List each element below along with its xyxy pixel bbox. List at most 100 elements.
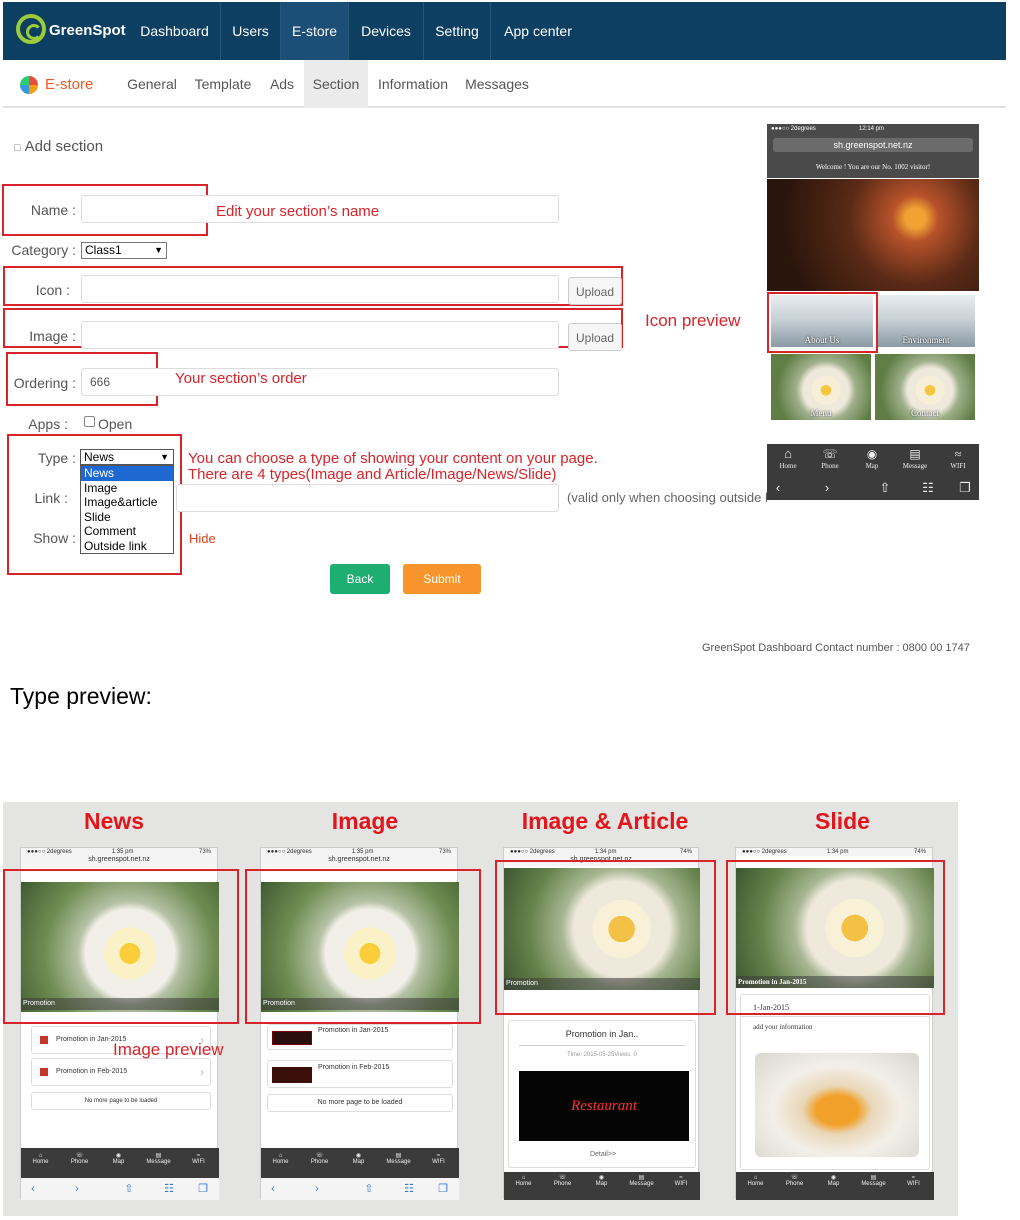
tab-section[interactable]: Section — [304, 60, 368, 108]
image-input[interactable] — [81, 321, 559, 349]
chevron-down-icon: ▼ — [160, 452, 169, 462]
share-icon[interactable]: ⇧ — [865, 480, 905, 496]
map-icon[interactable]: ◉ Map — [99, 1152, 138, 1165]
forward-arrow-icon[interactable]: › — [285, 1178, 349, 1200]
column-title-news: News — [83, 808, 145, 834]
category-select[interactable]: Class1 ▼ — [81, 242, 167, 259]
icon-input[interactable] — [81, 275, 559, 303]
nav-estore[interactable]: E-store — [281, 2, 349, 60]
nav-app-center[interactable]: App center — [491, 2, 585, 60]
tab-messages[interactable]: Messages — [460, 60, 534, 108]
phone-welcome: Welcome ! You are our No. 1002 visitor! — [767, 156, 979, 178]
image-list-item[interactable]: Promotion in Jan-2015 — [267, 1024, 453, 1050]
nav-setting[interactable]: Setting — [424, 2, 491, 60]
nav-dashboard[interactable]: Dashboard — [129, 2, 221, 60]
bookmarks-icon[interactable]: ☷ — [905, 480, 951, 496]
tab-general[interactable]: General — [120, 60, 184, 108]
image-upload-button[interactable]: Upload — [568, 323, 622, 351]
tab-ads[interactable]: Ads — [262, 60, 302, 108]
bookmarks-icon[interactable]: ☷ — [389, 1178, 429, 1200]
back-button[interactable]: Back — [330, 564, 390, 594]
map-icon[interactable]: ◉ Map — [582, 1174, 621, 1187]
type-label: Type : — [37, 450, 76, 466]
nav-users[interactable]: Users — [221, 2, 281, 60]
column-title-image-article: Image & Article — [521, 808, 689, 834]
type-option-image-article[interactable]: Image&article — [81, 495, 173, 510]
share-icon[interactable]: ⇧ — [349, 1178, 389, 1200]
back-arrow-icon[interactable]: ‹ — [767, 480, 789, 495]
slide-highlight-box — [726, 860, 945, 1015]
type-option-slide[interactable]: Slide — [81, 510, 173, 525]
tab-home[interactable]: ⌂ Home — [767, 446, 809, 470]
back-arrow-icon[interactable]: ‹ — [21, 1178, 45, 1200]
phone-url-bar: sh.greenspot.net.nz — [773, 138, 973, 152]
article-card[interactable]: Promotion in Jan.. Time: 2015-05-25Views… — [508, 1020, 696, 1168]
message-icon[interactable]: ▤ Message — [138, 1152, 179, 1165]
restaurant-photo — [767, 179, 979, 291]
phone-icon[interactable]: ☏ Phone — [775, 1174, 814, 1187]
page-title: □ Add section — [14, 138, 103, 155]
column-title-slide: Slide — [815, 808, 870, 834]
icon-upload-button[interactable]: Upload — [568, 277, 622, 305]
page-title-text: Add section — [24, 138, 104, 155]
type-dropdown-list: News Image Image&article Slide Comment O… — [80, 465, 174, 554]
show-label: Show : — [33, 530, 76, 546]
hide-label[interactable]: Hide — [189, 531, 216, 546]
tabs-icon[interactable]: ❐ — [951, 480, 979, 496]
tab-map[interactable]: ◉ Map — [851, 447, 893, 470]
name-annotation: Edit your section’s name — [216, 203, 380, 220]
map-icon: ◉ — [866, 447, 878, 461]
home-icon[interactable]: ⌂ Home — [504, 1175, 543, 1187]
tile-contact[interactable]: Contact — [875, 354, 975, 420]
type-annotation-line1: You can choose a type of showing your co… — [188, 450, 598, 467]
type-option-image[interactable]: Image — [81, 481, 173, 496]
footer-contact: GreenSpot Dashboard Contact number : 080… — [702, 642, 970, 654]
icon-preview-annotation: Icon preview — [645, 311, 741, 330]
forward-arrow-icon[interactable]: › — [789, 480, 865, 495]
tabs-icon[interactable]: ❐ — [189, 1178, 217, 1200]
link-input[interactable] — [176, 484, 559, 512]
news-list-item[interactable]: Promotion in Feb-2015 › — [31, 1058, 211, 1086]
tab-phone[interactable]: ☏ Phone — [809, 447, 851, 470]
share-icon[interactable]: ⇧ — [109, 1178, 149, 1200]
type-option-outside-link[interactable]: Outside link — [81, 539, 173, 554]
phone-icon[interactable]: ☏ Phone — [543, 1174, 582, 1187]
tabs-icon[interactable]: ❐ — [429, 1178, 457, 1200]
icon-preview-highlight-box — [767, 292, 878, 353]
ordering-input[interactable]: 666 — [81, 368, 559, 396]
phone-icon[interactable]: ☏ Phone — [300, 1152, 339, 1165]
home-icon[interactable]: ⌂ Home — [736, 1175, 775, 1187]
type-option-news[interactable]: News — [81, 466, 173, 481]
image-list-item[interactable]: Promotion in Feb-2015 — [267, 1060, 453, 1088]
home-icon[interactable]: ⌂ Home — [21, 1153, 60, 1165]
phone-time: 12:14 pm — [859, 126, 885, 132]
message-icon[interactable]: ▤ Message — [621, 1174, 662, 1187]
wifi-icon[interactable]: ≈ WIFI — [419, 1153, 458, 1165]
phone-icon[interactable]: ☏ Phone — [60, 1152, 99, 1165]
message-icon: ▤ — [909, 447, 921, 461]
wifi-icon[interactable]: ≈ WIFI — [662, 1175, 700, 1187]
forward-arrow-icon[interactable]: › — [45, 1178, 109, 1200]
tab-message[interactable]: ▤ Message — [893, 447, 937, 470]
wifi-icon[interactable]: ≈ WIFI — [179, 1153, 218, 1165]
tab-information[interactable]: Information — [370, 60, 456, 108]
slide-card[interactable]: 1-Jan-2015 add your information — [740, 994, 930, 1170]
message-icon[interactable]: ▤ Message — [378, 1152, 419, 1165]
nav-devices[interactable]: Devices — [349, 2, 424, 60]
message-icon[interactable]: ▤ Message — [853, 1174, 894, 1187]
apps-open-checkbox[interactable] — [84, 416, 95, 427]
type-select[interactable]: News ▼ — [80, 449, 174, 465]
map-icon[interactable]: ◉ Map — [814, 1174, 853, 1187]
tile-menu[interactable]: Menu — [771, 354, 871, 420]
tile-environment[interactable]: Environment — [877, 295, 975, 347]
tab-template[interactable]: Template — [188, 60, 258, 108]
tab-wifi[interactable]: ≈ WIFI — [937, 447, 979, 470]
map-icon[interactable]: ◉ Map — [339, 1152, 378, 1165]
bookmarks-icon[interactable]: ☷ — [149, 1178, 189, 1200]
home-icon[interactable]: ⌂ Home — [261, 1153, 300, 1165]
wifi-icon[interactable]: ≈ WIFI — [894, 1175, 933, 1187]
back-arrow-icon[interactable]: ‹ — [261, 1178, 285, 1200]
type-option-comment[interactable]: Comment — [81, 524, 173, 539]
submit-button[interactable]: Submit — [403, 564, 481, 594]
name-label: Name : — [30, 202, 76, 218]
